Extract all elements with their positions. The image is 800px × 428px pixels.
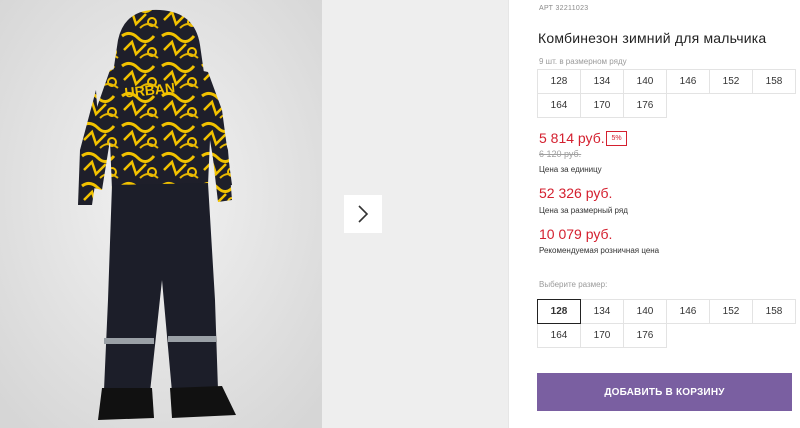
size-option[interactable]: 152 (709, 299, 753, 324)
pack-size-cell: 152 (709, 69, 753, 94)
size-option[interactable]: 140 (623, 299, 667, 324)
article-number: АРТ 32211023 (539, 5, 588, 12)
pack-size-cell: 170 (580, 93, 624, 118)
choose-size-label: Выберите размер: (539, 280, 608, 289)
retail-price-note: Рекомендуемая розничная цена (539, 246, 660, 255)
size-option[interactable]: 176 (623, 323, 667, 348)
chevron-right-icon (358, 205, 369, 223)
size-option-selected[interactable]: 128 (537, 299, 581, 324)
pack-size-cell: 140 (623, 69, 667, 94)
old-price: 6 120 руб. (539, 149, 582, 159)
article-value: 32211023 (555, 5, 589, 12)
pack-size-cell: 164 (537, 93, 581, 118)
add-to-cart-button[interactable]: ДОБАВИТЬ В КОРЗИНУ (537, 373, 792, 411)
current-price: 5 814 руб. (539, 130, 605, 146)
pack-size-grid: 128 134 140 146 152 158 164 170 176 (537, 69, 796, 118)
product-gallery: URBAN (0, 0, 508, 428)
size-option[interactable]: 158 (752, 299, 796, 324)
size-option[interactable]: 170 (580, 323, 624, 348)
product-photo[interactable]: URBAN (0, 0, 322, 428)
pack-size-cell: 134 (580, 69, 624, 94)
pack-size-cell: 146 (666, 69, 710, 94)
pack-size-cell: 176 (623, 93, 667, 118)
article-label: АРТ (539, 5, 554, 12)
pack-price: 52 326 руб. (539, 185, 613, 201)
unit-price-note: Цена за единицу (539, 165, 602, 174)
size-option[interactable]: 146 (666, 299, 710, 324)
snowsuit-illustration: URBAN (0, 0, 322, 428)
product-title: Комбинезон зимний для мальчика (538, 30, 767, 46)
retail-price: 10 079 руб. (539, 226, 613, 242)
pack-price-note: Цена за размерный ряд (539, 206, 628, 215)
size-selector: 128 134 140 146 152 158 164 170 176 (537, 299, 796, 348)
product-info-panel: АРТ 32211023 Комбинезон зимний для мальч… (508, 0, 800, 428)
pack-size-cell: 128 (537, 69, 581, 94)
size-option[interactable]: 164 (537, 323, 581, 348)
next-image-button[interactable] (344, 195, 382, 233)
pack-count-label: 9 шт. в размерном ряду (539, 57, 627, 66)
pack-size-cell: 158 (752, 69, 796, 94)
size-option[interactable]: 134 (580, 299, 624, 324)
discount-badge: 5% (606, 131, 627, 146)
